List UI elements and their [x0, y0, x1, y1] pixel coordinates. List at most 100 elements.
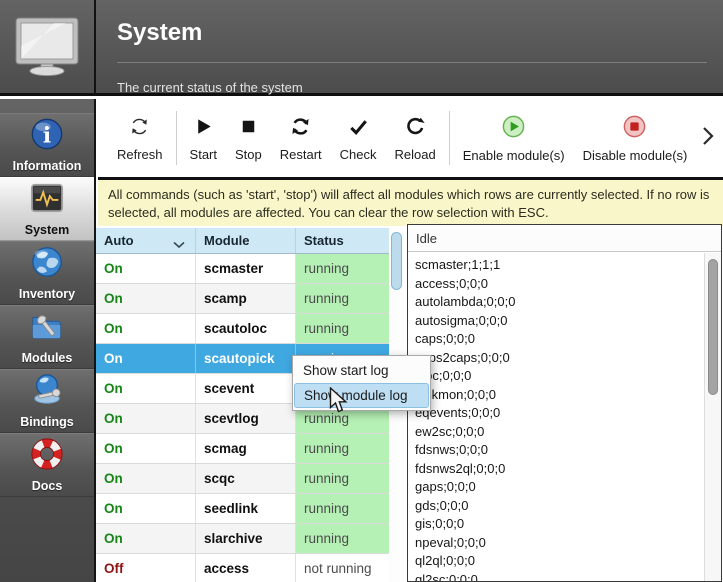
lifebuoy-icon — [30, 437, 64, 476]
module-cell: scautopick — [196, 344, 296, 373]
table-row[interactable]: Onscautolocrunning — [96, 314, 389, 344]
table-row[interactable]: Onslarchiverunning — [96, 524, 389, 554]
module-cell: scqc — [196, 464, 296, 493]
toolbar-overflow-button[interactable] — [697, 123, 719, 154]
toolbar: Refresh Start Stop Restart Che — [98, 99, 723, 180]
restart-button[interactable]: Restart — [271, 105, 331, 171]
restart-icon — [289, 115, 312, 143]
toolbar-separator — [449, 111, 450, 165]
auto-cell: On — [96, 464, 196, 493]
status-panel-scrollbar[interactable] — [704, 253, 721, 581]
sidebar-item-inventory[interactable]: Inventory — [0, 241, 94, 305]
sidebar: i Information System Inventory — [0, 99, 96, 582]
page-subtitle: The current status of the system — [117, 80, 303, 95]
sidebar-item-docs[interactable]: Docs — [0, 433, 94, 497]
status-cell: running — [296, 464, 389, 493]
chevron-down-icon — [173, 237, 185, 252]
disable-modules-button[interactable]: Disable module(s) — [574, 105, 697, 171]
status-line: caps2caps;0;0;0 — [415, 349, 704, 368]
sidebar-item-label: System — [25, 223, 69, 237]
status-line: ew2sc;0;0;0 — [415, 423, 704, 442]
status-panel: Idle scmaster;1;1;1access;0;0;0autolambd… — [407, 224, 722, 582]
table-row[interactable]: Onscqcrunning — [96, 464, 389, 494]
auto-cell: On — [96, 344, 196, 373]
status-line: caps;0;0;0 — [415, 330, 704, 349]
reload-button[interactable]: Reload — [386, 105, 445, 171]
table-scrollbar-thumb[interactable] — [391, 232, 402, 290]
column-header-module[interactable]: Module — [196, 228, 296, 253]
status-line: ql2sc;0;0;0 — [415, 571, 704, 582]
module-cell: scautoloc — [196, 314, 296, 343]
module-cell: scamp — [196, 284, 296, 313]
sidebar-item-information[interactable]: i Information — [0, 113, 94, 177]
header-separator — [117, 62, 707, 63]
table-row[interactable]: Onscamprunning — [96, 284, 389, 314]
svg-text:i: i — [43, 124, 51, 149]
auto-cell: On — [96, 494, 196, 523]
header: System The current status of the system — [0, 0, 723, 96]
status-line: gis;0;0;0 — [415, 515, 704, 534]
status-line: scmaster;1;1;1 — [415, 256, 704, 275]
status-line: access;0;0;0 — [415, 275, 704, 294]
sidebar-item-label: Information — [13, 159, 82, 173]
refresh-icon — [128, 115, 151, 143]
auto-cell: On — [96, 254, 196, 283]
status-cell: not running — [296, 554, 389, 582]
auto-cell: On — [96, 524, 196, 553]
enable-module-icon — [501, 114, 526, 144]
status-panel-title: Idle — [408, 225, 721, 252]
status-cell: running — [296, 254, 389, 283]
auto-cell: On — [96, 404, 196, 433]
table-row[interactable]: Onscmasterrunning — [96, 254, 389, 284]
start-button[interactable]: Start — [181, 105, 226, 171]
status-cell: running — [296, 284, 389, 313]
monitor-icon — [14, 16, 80, 81]
context-menu: Show start log Show module log — [292, 355, 431, 411]
reload-icon — [404, 115, 427, 143]
sidebar-item-modules[interactable]: Modules — [0, 305, 94, 369]
column-header-auto[interactable]: Auto — [96, 228, 196, 253]
menu-item-show-module-log[interactable]: Show module log — [294, 383, 429, 408]
disable-module-icon — [622, 114, 647, 144]
status-line: autolambda;0;0;0 — [415, 293, 704, 312]
stop-button[interactable]: Stop — [226, 105, 271, 171]
sidebar-item-label: Bindings — [20, 415, 73, 429]
globe-icon — [30, 245, 64, 284]
enable-modules-button[interactable]: Enable module(s) — [454, 105, 574, 171]
module-cell: access — [196, 554, 296, 582]
sidebar-item-system[interactable]: System — [0, 177, 94, 241]
app-icon-box — [0, 0, 96, 96]
page-title: System — [117, 19, 202, 47]
status-lines: scmaster;1;1;1access;0;0;0autolambda;0;0… — [408, 253, 704, 581]
status-line: fdsnws;0;0;0 — [415, 441, 704, 460]
sidebar-item-bindings[interactable]: Bindings — [0, 369, 94, 433]
module-cell: scevent — [196, 374, 296, 403]
column-header-status[interactable]: Status — [296, 228, 389, 253]
table-row[interactable]: Offaccessnot running — [96, 554, 389, 582]
toolbar-separator — [176, 111, 177, 165]
mouse-cursor-icon — [329, 387, 348, 419]
sidebar-item-label: Inventory — [19, 287, 75, 301]
module-cell: scevtlog — [196, 404, 296, 433]
check-button[interactable]: Check — [331, 105, 386, 171]
module-cell: scmaster — [196, 254, 296, 283]
status-line: dloc;0;0;0 — [415, 367, 704, 386]
auto-cell: On — [96, 284, 196, 313]
refresh-button[interactable]: Refresh — [108, 105, 172, 171]
status-panel-scrollbar-thumb[interactable] — [708, 259, 718, 395]
status-line: autosigma;0;0;0 — [415, 312, 704, 331]
table-row[interactable]: Onscmagrunning — [96, 434, 389, 464]
toolbar-button-label: Start — [190, 147, 217, 162]
status-line: ql2ql;0;0;0 — [415, 552, 704, 571]
toolbar-button-label: Stop — [235, 147, 262, 162]
table-row[interactable]: Onseedlinkrunning — [96, 494, 389, 524]
play-icon — [192, 115, 215, 143]
status-cell: running — [296, 524, 389, 553]
table-header: Auto Module Status — [96, 228, 389, 254]
module-cell: seedlink — [196, 494, 296, 523]
chevron-right-icon — [697, 123, 719, 154]
menu-item-show-start-log[interactable]: Show start log — [294, 358, 429, 383]
toolbar-button-label: Refresh — [117, 147, 163, 162]
status-line: gds;0;0;0 — [415, 497, 704, 516]
module-cell: slarchive — [196, 524, 296, 553]
